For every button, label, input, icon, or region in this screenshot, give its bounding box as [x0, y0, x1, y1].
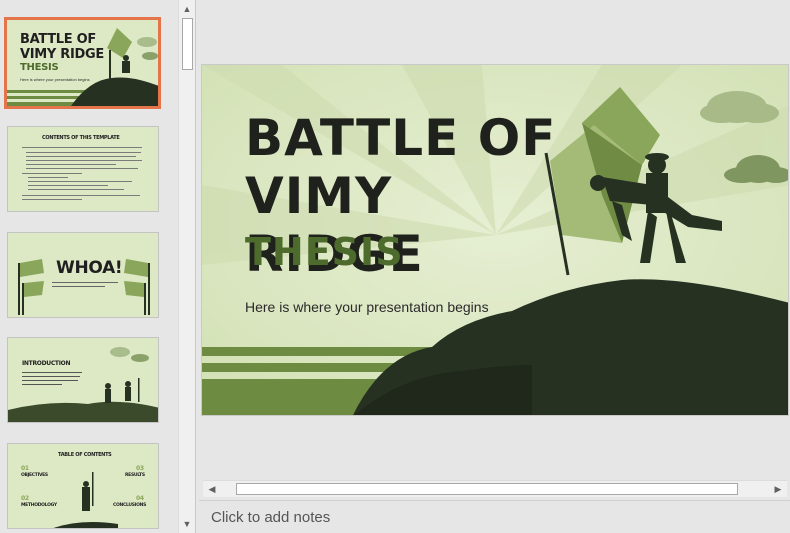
slide-thumbnail-2[interactable]: CONTENTS OF THIS TEMPLATE: [7, 126, 159, 212]
thumb-item-num: 01: [21, 465, 29, 472]
notes-pane[interactable]: Click to add notes: [199, 500, 790, 533]
thumb-item-label: METHODOLOGY: [21, 503, 57, 508]
thumb-subtitle: THESIS: [20, 62, 59, 73]
thumb-item-label: RESULTS: [125, 473, 145, 478]
slide-body-text[interactable]: Here is where your presentation begins: [245, 299, 489, 315]
thumb-item-label: OBJECTIVES: [21, 473, 48, 478]
thumb-item-num: 04: [136, 495, 144, 502]
scroll-up-arrow-icon[interactable]: ▲: [179, 1, 195, 17]
slide-title-line1: BATTLE OF: [245, 109, 557, 167]
thumbnail-scroll-thumb[interactable]: [182, 18, 193, 70]
thumbnail-scrollbar[interactable]: ▲ ▼: [178, 0, 195, 533]
thumb-title: INTRODUCTION: [22, 360, 71, 367]
slide-editing-area: BATTLE OF VIMY RIDGE THESIS Here is wher…: [199, 0, 790, 500]
slide-thumbnail-pane: BATTLE OF VIMY RIDGE THESIS Here is wher…: [0, 0, 196, 533]
thumb-title: TABLE OF CONTENTS: [58, 452, 112, 458]
slide-subtitle[interactable]: THESIS: [245, 230, 404, 274]
thumb-item-num: 03: [136, 465, 144, 472]
thumb-title: WHOA!: [56, 258, 123, 278]
thumb-body-lines: [52, 280, 118, 287]
thumb-title-line2: VIMY RIDGE: [20, 47, 104, 62]
slide-thumbnail-4[interactable]: INTRODUCTION: [7, 337, 159, 423]
presentation-editor: BATTLE OF VIMY RIDGE THESIS Here is wher…: [0, 0, 790, 533]
scroll-left-arrow-icon[interactable]: ◀: [204, 481, 220, 497]
horizontal-scrollbar[interactable]: ◀ ▶: [203, 480, 787, 497]
current-slide[interactable]: BATTLE OF VIMY RIDGE THESIS Here is wher…: [201, 64, 789, 416]
thumb-title-line1: BATTLE OF: [20, 32, 96, 47]
scroll-down-arrow-icon[interactable]: ▼: [179, 516, 195, 532]
slide-thumbnail-1[interactable]: BATTLE OF VIMY RIDGE THESIS Here is wher…: [4, 17, 161, 109]
thumb-item-label: CONCLUSIONS: [113, 503, 147, 508]
horizontal-scroll-thumb[interactable]: [236, 483, 738, 495]
thumb-item-num: 02: [21, 495, 29, 502]
slide-thumbnail-3[interactable]: WHOA!: [7, 232, 159, 318]
slide-thumbnail-5[interactable]: TABLE OF CONTENTS 01 OBJECTIVES 02 METHO…: [7, 443, 159, 529]
notes-placeholder[interactable]: Click to add notes: [211, 509, 330, 526]
thumb-title: CONTENTS OF THIS TEMPLATE: [42, 135, 120, 141]
scroll-right-arrow-icon[interactable]: ▶: [770, 481, 786, 497]
thumb-body: Here is where your presentation begins: [20, 77, 90, 82]
